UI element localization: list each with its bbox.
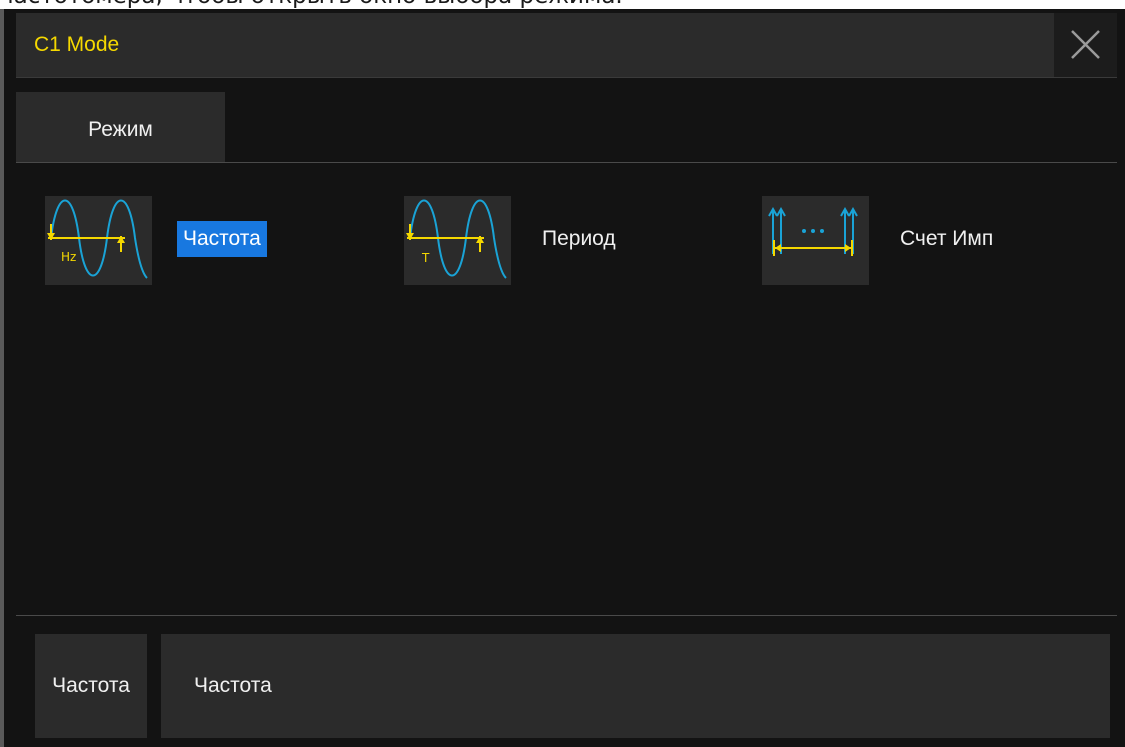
dialog-titlebar: C1 Mode (16, 13, 1117, 78)
tab-strip: Режим (16, 92, 1117, 163)
mode-label-period: Период (542, 227, 616, 250)
frequency-mode-icon: Hz (45, 196, 152, 285)
t-icon-label: T (421, 251, 430, 265)
mode-option-pulse-count[interactable]: Счет Имп (762, 196, 1052, 286)
mode-label-frequency: Частота (177, 221, 267, 257)
mode-options: Hz Частота T Период Счет Имп (16, 163, 1117, 615)
selected-param-name: Частота (35, 634, 147, 738)
hz-icon-label: Hz (61, 250, 76, 264)
close-icon (1071, 30, 1100, 59)
pulse-count-mode-icon (762, 196, 869, 285)
mode-option-period[interactable]: T Период (404, 196, 654, 286)
dialog-title: C1 Mode (34, 33, 120, 56)
mode-label-pulse-count: Счет Имп (900, 227, 994, 250)
period-mode-icon: T (404, 196, 511, 285)
close-button[interactable] (1054, 13, 1117, 77)
tab-mode[interactable]: Режим (16, 92, 225, 162)
footer-divider (16, 615, 1117, 616)
selected-param-value: Частота (161, 634, 1110, 738)
mode-option-frequency[interactable]: Hz Частота (45, 196, 315, 286)
mode-dialog: C1 Mode Режим Hz Частота T Период Счет И… (0, 9, 1125, 747)
